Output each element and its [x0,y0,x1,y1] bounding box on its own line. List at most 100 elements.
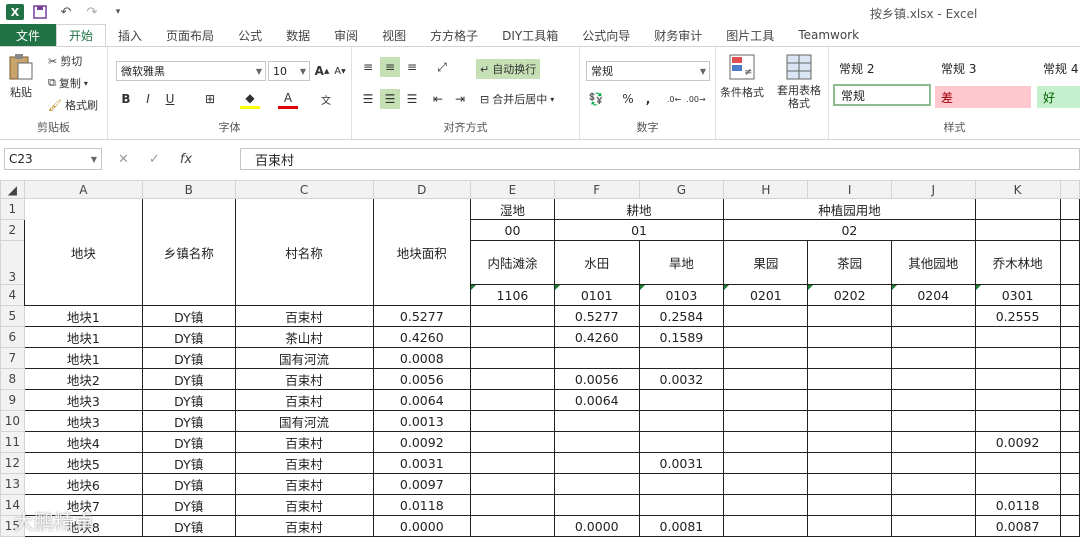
phonetic-icon[interactable]: 文 [316,89,336,109]
cell-e[interactable] [470,326,555,348]
cell-c[interactable]: 百束村 [234,473,374,495]
cell-header-village[interactable]: 村名称 [234,198,374,306]
cell-c[interactable]: 百束村 [234,515,374,537]
tab-home[interactable]: 开始 [56,24,107,46]
cell-h[interactable] [723,515,809,537]
cell-h[interactable] [723,326,809,348]
cell-l[interactable] [1059,347,1080,369]
tab-data[interactable]: 数据 [274,24,322,46]
cell-k[interactable]: 0.0092 [974,431,1061,453]
cell-j[interactable] [890,473,976,495]
tab-fangfang[interactable]: 方方格子 [418,24,490,46]
paste-button[interactable]: 粘贴 [8,53,34,100]
cell-header-other-garden[interactable]: 其他园地 [890,240,976,285]
col-header[interactable]: E [470,180,555,199]
col-header[interactable]: H [723,180,809,199]
tab-review[interactable]: 审阅 [322,24,370,46]
cell-l[interactable] [1059,410,1080,432]
cell-k[interactable] [974,347,1061,369]
cell-f[interactable]: 0.0056 [553,368,640,390]
shrink-font-icon[interactable]: A ▼ [330,61,350,81]
cell-i[interactable] [807,473,892,495]
cell-f[interactable]: 0.4260 [553,326,640,348]
cell-b[interactable]: DY镇 [141,410,236,432]
cell-header-l2[interactable] [1059,219,1080,241]
cell-header-l3[interactable] [1059,240,1080,285]
cell-e[interactable] [470,368,555,390]
cell-g[interactable]: 0.1589 [638,326,725,348]
cell-d[interactable]: 0.5277 [372,305,472,327]
cell-c[interactable]: 百束村 [234,305,374,327]
cell-code-1106[interactable]: 1106 [470,284,555,306]
cell-l[interactable] [1059,452,1080,474]
cell-j[interactable] [890,494,976,516]
font-name-dropdown[interactable]: 微软雅黑 ▼ [116,61,266,81]
underline-button[interactable]: U [160,89,180,109]
grow-font-icon[interactable]: A ▲ [312,61,332,81]
cell-code-0301[interactable]: 0301 [974,284,1061,306]
row-header[interactable]: 10 [0,410,25,432]
increase-indent-icon[interactable]: ⇥ [450,89,470,109]
customize-icon[interactable]: ▾ [108,3,128,21]
row-header[interactable]: 3 [0,240,25,285]
enter-icon[interactable]: ✓ [149,152,160,167]
cell-code-0101[interactable]: 0101 [553,284,640,306]
cell-b[interactable]: DY镇 [141,305,236,327]
cell-header-dryland[interactable]: 旱地 [638,240,725,285]
row-header[interactable]: 8 [0,368,25,390]
cell-d[interactable]: 0.0118 [372,494,472,516]
cell-code-0204[interactable]: 0204 [890,284,976,306]
cell-e[interactable] [470,452,555,474]
cell-header-area[interactable]: 地块面积 [372,198,472,306]
style-normal[interactable]: 常规 [833,84,931,106]
cell-code-0201[interactable]: 0201 [723,284,809,306]
row-header[interactable]: 12 [0,452,25,474]
cell-g[interactable] [638,473,725,495]
cell-k[interactable]: 0.2555 [974,305,1061,327]
cell-e[interactable] [470,431,555,453]
name-box[interactable]: C23 ▼ [4,148,102,170]
tab-formula-wizard[interactable]: 公式向导 [570,24,642,46]
cell-header-l4[interactable] [1059,284,1080,306]
col-header[interactable]: K [974,180,1061,199]
cell-l[interactable] [1059,431,1080,453]
cell-f[interactable] [553,410,640,432]
cell-h[interactable] [723,410,809,432]
tab-formulas[interactable]: 公式 [226,24,274,46]
cell-header-inland-beach[interactable]: 内陆滩涂 [470,240,555,285]
cell-i[interactable] [807,305,892,327]
cell-f[interactable]: 0.0000 [553,515,640,537]
cell-l[interactable] [1059,305,1080,327]
wrap-text-button[interactable]: ↵ 自动换行 [476,59,541,79]
cell-header-town[interactable]: 乡镇名称 [141,198,236,306]
cell-d[interactable]: 0.0092 [372,431,472,453]
cell-j[interactable] [890,410,976,432]
number-format-dropdown[interactable]: 常规 ▼ [586,61,710,81]
col-header[interactable]: D [372,180,472,199]
cell-b[interactable]: DY镇 [141,368,236,390]
formula-input[interactable]: 百束村 [240,148,1080,170]
col-header[interactable]: F [553,180,640,199]
cell-i[interactable] [807,515,892,537]
font-size-dropdown[interactable]: 10 ▼ [268,61,310,81]
cell-g[interactable]: 0.2584 [638,305,725,327]
tab-teamwork[interactable]: Teamwork [786,24,871,46]
cell-header-forest[interactable]: 乔木林地 [974,240,1061,285]
tab-picture-tools[interactable]: 图片工具 [714,24,786,46]
tab-diy-toolbox[interactable]: DIY工具箱 [490,24,570,46]
cell-j[interactable] [890,305,976,327]
cell-c[interactable]: 百束村 [234,452,374,474]
style-normal-2[interactable]: 常规 2 [833,57,929,79]
row-header[interactable]: 5 [0,305,25,327]
cell-g[interactable]: 0.0032 [638,368,725,390]
style-good[interactable]: 好 [1037,86,1080,108]
undo-icon[interactable]: ↶ [56,3,76,21]
cell-e[interactable] [470,410,555,432]
cell-i[interactable] [807,452,892,474]
col-header[interactable]: G [638,180,725,199]
cell-a[interactable]: 地块3 [23,389,143,411]
font-color-icon[interactable]: A [278,89,298,109]
cell-j[interactable] [890,326,976,348]
cell-k[interactable] [974,473,1061,495]
cell-k[interactable] [974,389,1061,411]
